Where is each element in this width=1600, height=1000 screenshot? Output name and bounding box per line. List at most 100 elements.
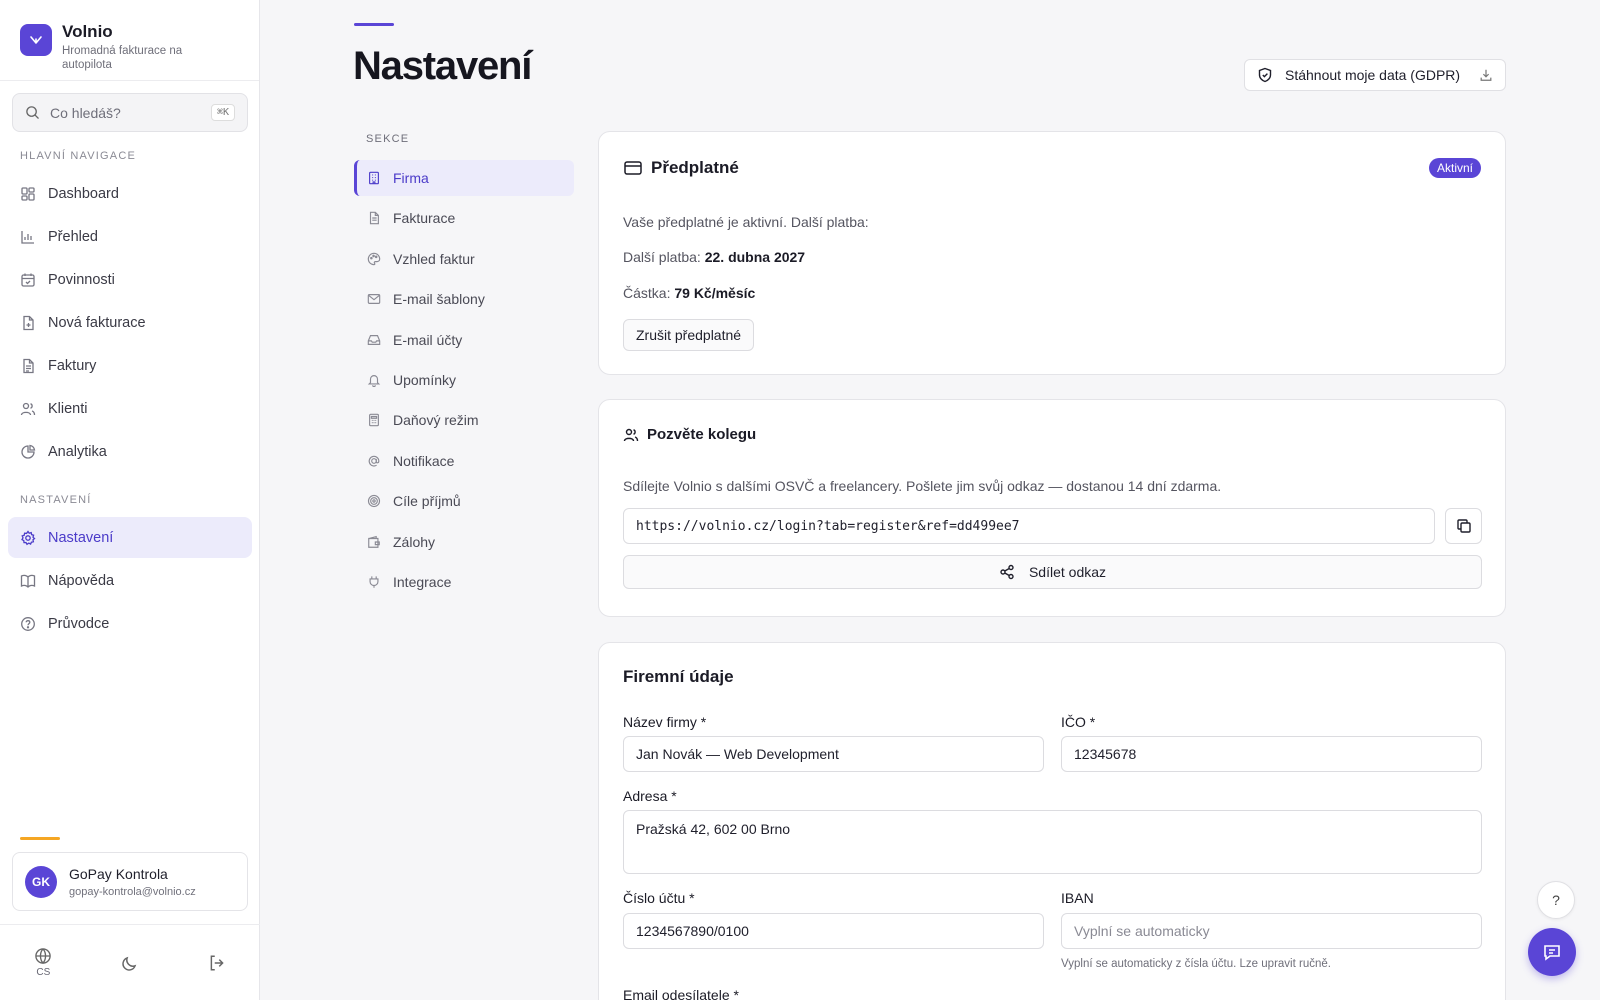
- cancel-subscription-button[interactable]: Zrušit předplatné: [623, 319, 755, 351]
- ico-label: IČO *: [1061, 714, 1096, 730]
- brand-tagline: Hromadná fakturace na autopilota: [62, 45, 183, 71]
- plug-icon: [369, 576, 379, 588]
- invite-card: Pozvěte kolegu Sdílejte Volnio s dalšími…: [598, 399, 1506, 617]
- avatar: GK: [25, 865, 57, 898]
- sidebar-item-label: Klienti: [48, 400, 88, 417]
- sidebar-item-klienti[interactable]: Klienti: [8, 388, 252, 429]
- section-item-email-sablony[interactable]: E-mail šablony: [354, 281, 574, 317]
- section-item-label: Daňový režim: [393, 412, 479, 428]
- section-item-cile-prijmu[interactable]: Cíle příjmů: [354, 483, 574, 519]
- section-item-label: Cíle příjmů: [393, 493, 461, 509]
- onboarding-progress-bar: [20, 837, 60, 840]
- sidebar-item-label: Analytika: [48, 443, 107, 460]
- section-item-label: Firma: [393, 170, 429, 186]
- amount-value: 79 Kč/měsíc: [674, 285, 756, 301]
- address-textarea[interactable]: Pražská 42, 602 00 Brno: [623, 810, 1482, 874]
- pie-chart-icon: [21, 444, 36, 459]
- company-name-label: Název firmy *: [623, 714, 707, 730]
- sidebar-item-analytika[interactable]: Analytika: [8, 431, 252, 472]
- shield-check-icon: [1258, 67, 1272, 83]
- building-icon: [369, 171, 379, 185]
- address-label: Adresa *: [623, 788, 677, 804]
- account-number-label: Číslo účtu *: [623, 890, 695, 906]
- section-item-vzhled-faktur[interactable]: Vzhled faktur: [354, 241, 574, 277]
- next-payment-label: Další platba:: [623, 249, 701, 265]
- target-icon: [367, 494, 381, 508]
- chat-button[interactable]: [1528, 928, 1576, 976]
- download-icon: [1480, 69, 1492, 81]
- logout-button[interactable]: [208, 954, 226, 972]
- download-gdpr-data-button[interactable]: Stáhnout moje data (GDPR): [1244, 59, 1506, 91]
- section-item-integrace[interactable]: Integrace: [354, 564, 574, 600]
- chat-icon: [1544, 945, 1560, 961]
- user-card[interactable]: GK GoPay Kontrola gopay-kontrola@volnio.…: [12, 852, 248, 911]
- palette-icon: [367, 252, 381, 266]
- calculator-icon: [369, 413, 379, 427]
- help-button[interactable]: ?: [1537, 881, 1575, 919]
- section-item-notifikace[interactable]: Notifikace: [354, 443, 574, 479]
- section-item-upominky[interactable]: Upomínky: [354, 362, 574, 398]
- credit-card-icon: [624, 161, 642, 175]
- logout-icon: [210, 955, 224, 970]
- sidebar-item-faktury[interactable]: Faktury: [8, 345, 252, 386]
- subscription-header: Předplatné: [623, 158, 739, 178]
- share-icon: [1000, 564, 1014, 580]
- company-details-title: Firemní údaje: [623, 667, 734, 686]
- sidebar: Volnio Hromadná fakturace na autopilota …: [0, 0, 260, 1000]
- book-icon: [20, 574, 36, 588]
- referral-link-field[interactable]: https://volnio.cz/login?tab=register&ref…: [623, 508, 1435, 544]
- brand[interactable]: Volnio Hromadná fakturace na autopilota: [0, 0, 259, 81]
- bar-chart-icon: [21, 230, 34, 244]
- inbox-icon: [367, 335, 381, 345]
- section-item-firma[interactable]: Firma: [354, 160, 574, 196]
- main-nav-heading: HLAVNÍ NAVIGACE: [20, 150, 137, 162]
- invite-description: Sdílejte Volnio s dalšími OSVČ a freelan…: [623, 478, 1222, 494]
- company-name-input[interactable]: Jan Novák — Web Development: [623, 736, 1044, 772]
- section-item-zalohy[interactable]: Zálohy: [354, 524, 574, 560]
- sidebar-footer: CS: [0, 924, 260, 1000]
- calendar-icon: [21, 273, 35, 287]
- share-link-button[interactable]: Sdílet odkaz: [623, 555, 1482, 589]
- user-email: gopay-kontrola@volnio.cz: [69, 885, 196, 898]
- account-number-input[interactable]: 1234567890/0100: [623, 913, 1044, 949]
- sidebar-item-label: Přehled: [48, 228, 98, 245]
- section-item-label: Vzhled faktur: [393, 251, 475, 267]
- sender-email-label: Email odesílatele *: [623, 987, 739, 1000]
- copy-link-button[interactable]: [1445, 508, 1482, 544]
- invite-title: Pozvěte kolegu: [647, 426, 757, 443]
- volnio-logo-icon: [20, 24, 52, 56]
- section-item-label: E-mail šablony: [393, 291, 485, 307]
- language-label: CS: [36, 967, 51, 978]
- sidebar-item-pruvodce[interactable]: Průvodce: [8, 603, 252, 644]
- bell-icon: [367, 375, 381, 387]
- sidebar-item-nastaveni[interactable]: Nastavení: [8, 517, 252, 558]
- search-placeholder: Co hledáš?: [50, 104, 121, 121]
- status-badge: Aktivní: [1428, 158, 1481, 178]
- section-item-email-ucty[interactable]: E-mail účty: [354, 322, 574, 358]
- brand-name: Volnio: [62, 22, 113, 41]
- wallet-icon: [368, 535, 380, 548]
- language-button[interactable]: CS: [34, 947, 52, 978]
- sidebar-item-povinnosti[interactable]: Povinnosti: [8, 259, 252, 300]
- at-sign-icon: [368, 455, 380, 467]
- ico-input[interactable]: 12345678: [1061, 736, 1482, 772]
- section-item-danovy-rezim[interactable]: Daňový režim: [354, 402, 574, 438]
- section-item-fakturace[interactable]: Fakturace: [354, 200, 574, 236]
- help-circle-icon: [21, 616, 35, 631]
- section-item-label: Integrace: [393, 574, 452, 590]
- file-text-icon: [23, 358, 34, 373]
- dashboard-icon: [21, 186, 35, 201]
- copy-icon: [1456, 519, 1471, 533]
- subscription-card: Předplatné Aktivní Vaše předplatné je ak…: [598, 131, 1506, 375]
- sidebar-item-label: Nastavení: [48, 529, 114, 546]
- sidebar-item-dashboard[interactable]: Dashboard: [8, 173, 252, 214]
- sidebar-item-prehled[interactable]: Přehled: [8, 216, 252, 257]
- title-accent-bar: [354, 23, 394, 26]
- search-input[interactable]: Co hledáš? ⌘K: [12, 93, 248, 132]
- sidebar-item-label: Nová fakturace: [48, 314, 146, 331]
- iban-input[interactable]: Vyplní se automaticky: [1061, 913, 1482, 949]
- sidebar-item-nova-fakturace[interactable]: Nová fakturace: [8, 302, 252, 343]
- theme-toggle-button[interactable]: [121, 954, 139, 972]
- sidebar-item-napoveda[interactable]: Nápověda: [8, 560, 252, 601]
- page-title: Nastavení: [353, 44, 532, 88]
